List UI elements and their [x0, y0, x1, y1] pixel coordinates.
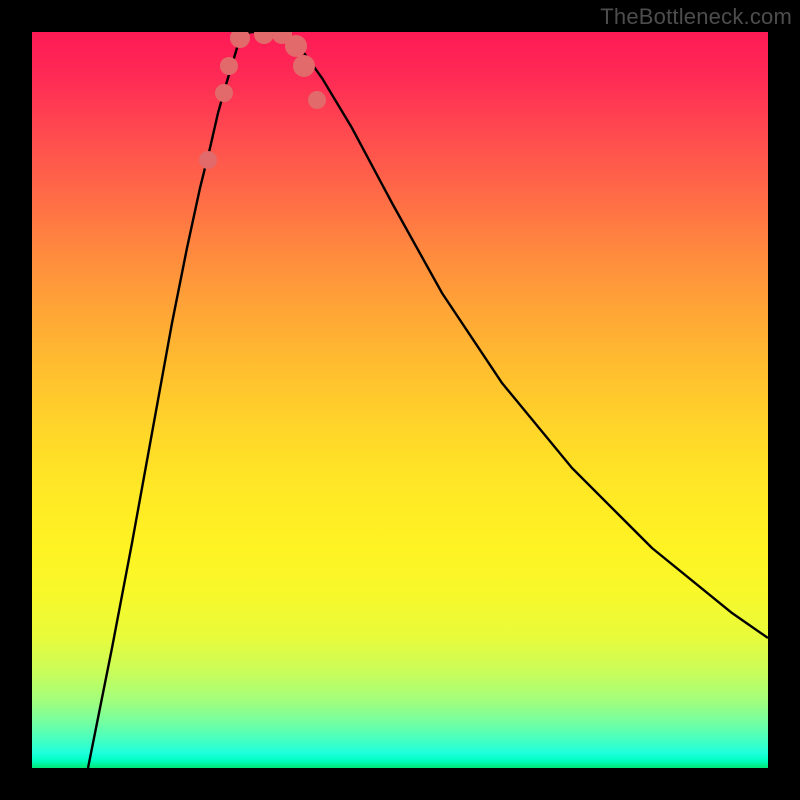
- bottleneck-curve: [88, 32, 768, 768]
- plot-area: [32, 32, 768, 768]
- marker-c: [220, 57, 238, 75]
- marker-b: [215, 84, 233, 102]
- marker-g: [285, 35, 307, 57]
- watermark-text: TheBottleneck.com: [600, 4, 792, 30]
- marker-a: [199, 151, 217, 169]
- marker-h: [293, 55, 315, 77]
- markers-group: [199, 32, 326, 169]
- marker-e: [254, 32, 274, 44]
- curve-overlay: [32, 32, 768, 768]
- marker-i: [308, 91, 326, 109]
- chart-frame: TheBottleneck.com: [0, 0, 800, 800]
- marker-d: [230, 32, 250, 48]
